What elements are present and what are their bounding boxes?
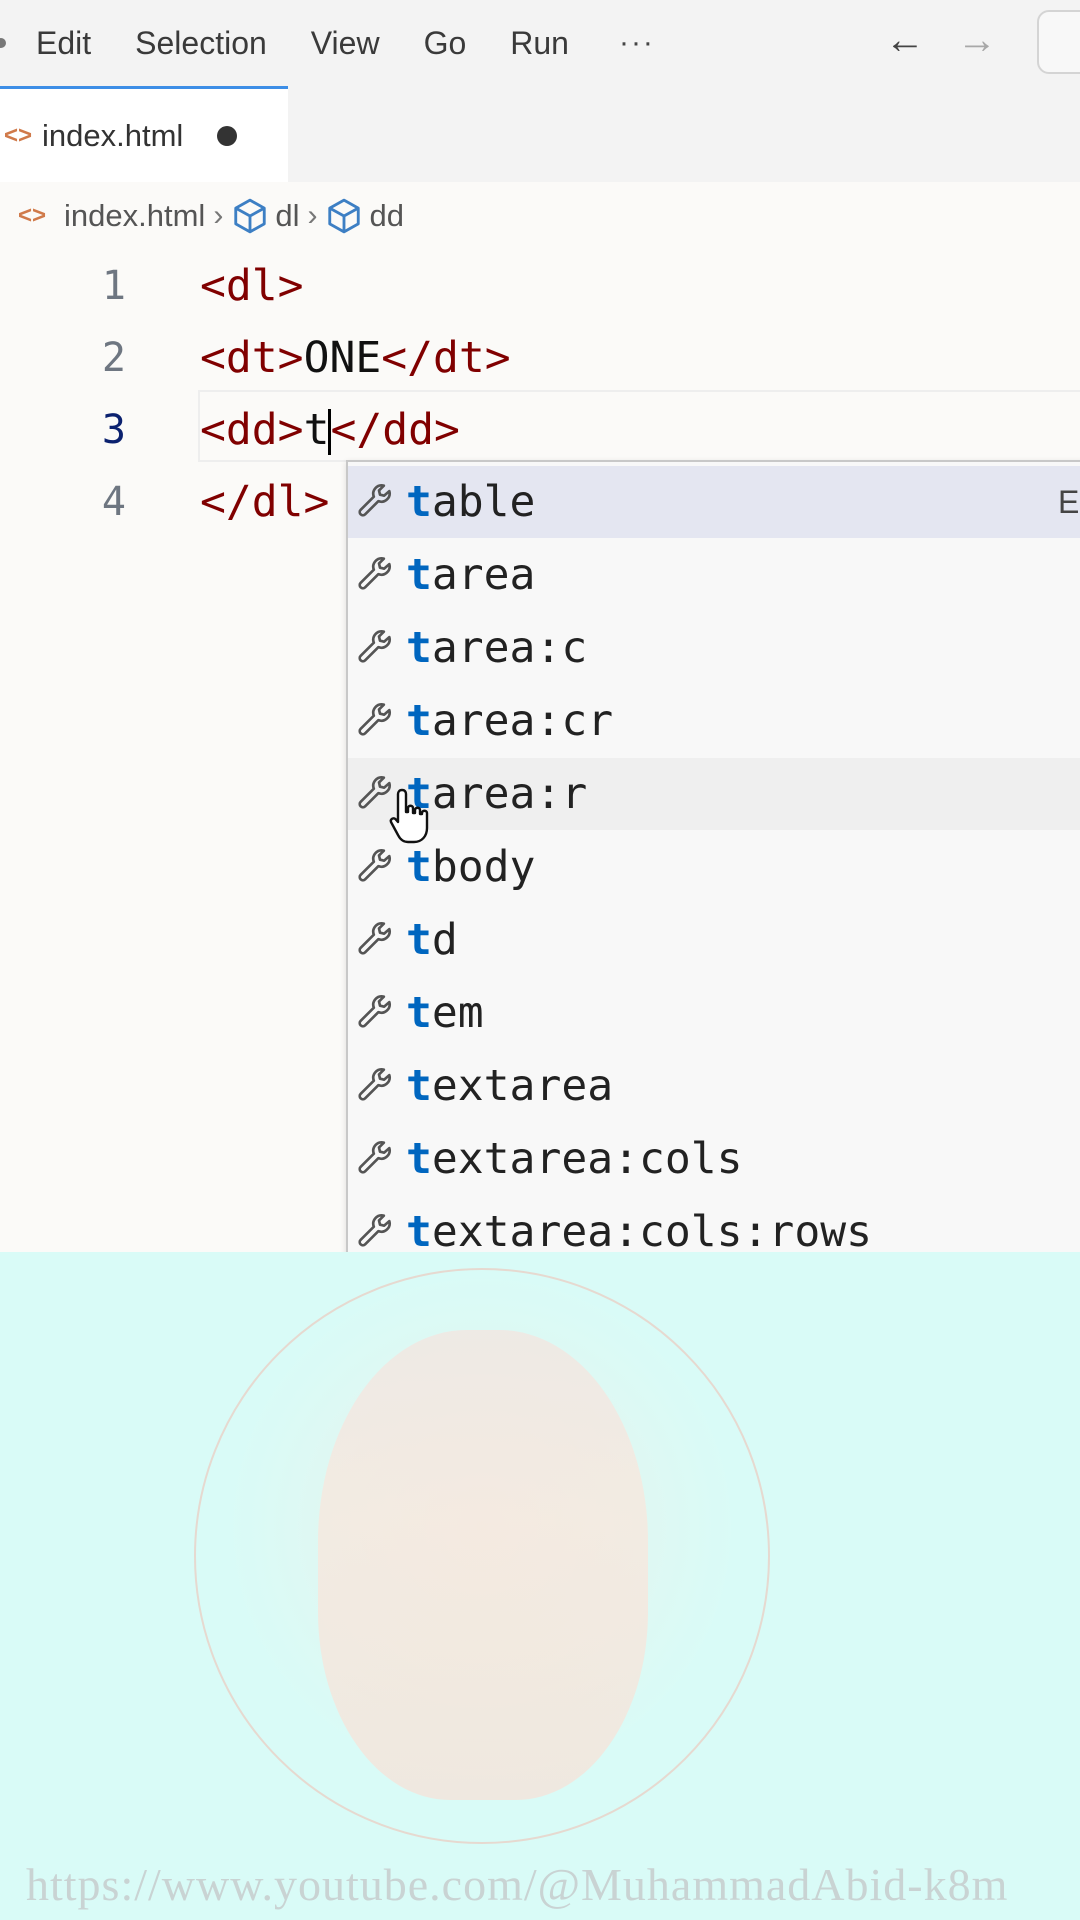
wrench-icon	[358, 849, 391, 882]
autocomplete-suggestions: tableEmtareatarea:ctarea:crtarea:rtbodyt…	[346, 460, 1080, 1344]
html-file-icon: <>	[18, 202, 47, 229]
wrench-icon	[358, 1068, 391, 1101]
tag-open: <dd>	[200, 404, 304, 455]
menu-edit[interactable]: Edit	[36, 25, 91, 62]
breadcrumb: <> index.html › dl › dd	[0, 182, 1080, 250]
suggestion-match: t	[406, 842, 432, 892]
tag-open: <dt>	[200, 333, 304, 383]
suggestion-match: t	[406, 915, 432, 965]
suggestion-label: area:r	[431, 769, 588, 819]
breadcrumb-file[interactable]: index.html	[64, 198, 205, 234]
wrench-icon	[358, 1141, 391, 1174]
suggestion-item[interactable]: t body	[348, 831, 1080, 903]
tag-close: </dd>	[330, 404, 460, 455]
suggestion-item[interactable]: table Em	[348, 466, 1080, 538]
code-line-1[interactable]: 1 <dl>	[0, 250, 1080, 322]
editor-tab-bar: <> index.html	[0, 86, 1080, 183]
line-number: 4	[101, 479, 126, 525]
suggestion-detail: Em	[1058, 483, 1080, 520]
suggestion-label: em	[431, 988, 484, 1038]
suggestion-label: area:cr	[431, 696, 614, 746]
chevron-right-icon: ›	[213, 199, 224, 232]
suggestion-label: extarea	[431, 1061, 614, 1111]
tab-label: index.html	[42, 117, 184, 153]
arrow-right-icon[interactable]: →	[957, 18, 997, 63]
wrench-icon	[358, 484, 391, 517]
suggestion-match: t	[406, 1207, 432, 1257]
arrow-left-icon[interactable]: ←	[885, 18, 925, 63]
suggestion-label: extarea:cols:rows	[431, 1207, 872, 1257]
menu-more-button[interactable]: ···	[619, 26, 655, 60]
line-number: 3	[101, 407, 126, 453]
wrench-icon	[358, 703, 391, 736]
tag-open: <dl>	[200, 261, 304, 311]
wrench-icon	[358, 922, 391, 955]
suggestion-item[interactable]: t area:cr	[348, 685, 1080, 757]
suggestion-item[interactable]: t extarea:cols	[348, 1123, 1080, 1195]
suggestion-item[interactable]: t area:c	[348, 612, 1080, 684]
menu-view[interactable]: View	[311, 25, 380, 62]
html-file-icon: <>	[4, 121, 33, 149]
suggestion-item[interactable]: td	[348, 904, 1080, 976]
hand-pointer-icon	[389, 788, 429, 844]
presenter-photo	[318, 1330, 648, 1800]
suggestion-item[interactable]: t extarea	[348, 1050, 1080, 1122]
wrench-icon	[358, 995, 391, 1028]
line-number: 2	[101, 335, 126, 381]
element-cube-icon	[234, 198, 267, 234]
code-text: </dl>	[200, 477, 329, 527]
suggestion-match: t	[406, 696, 432, 746]
suggestion-match: t	[406, 477, 432, 527]
suggestion-match: t	[406, 550, 432, 600]
menu-selection[interactable]: Selection	[135, 25, 267, 62]
unsaved-dot-icon[interactable]	[217, 125, 238, 146]
navigation-controls: ← →	[885, 18, 997, 63]
code-text: <dl>	[200, 261, 304, 311]
suggestion-label: able	[431, 477, 536, 527]
wrench-icon	[358, 557, 391, 590]
menu-go[interactable]: Go	[424, 25, 467, 62]
suggestion-match: t	[406, 1061, 432, 1111]
line-number: 1	[101, 263, 126, 309]
suggestion-match: t	[406, 1134, 432, 1184]
menu-bar: Edit Selection View Go Run ··· ← →	[0, 0, 1080, 87]
suggestion-label: extarea:cols	[431, 1134, 743, 1184]
suggestion-item[interactable]: t area:r	[348, 758, 1080, 830]
code-line-2[interactable]: 2 <dt>ONE</dt>	[0, 322, 1080, 394]
suggestion-label: body	[431, 842, 536, 892]
chevron-right-icon: ›	[307, 199, 318, 232]
suggestion-match: t	[406, 988, 432, 1038]
code-text: <dt>ONE</dt>	[200, 333, 511, 383]
tag-open: </dl>	[200, 477, 330, 527]
breadcrumb-dl[interactable]: dl	[275, 198, 299, 234]
wrench-icon	[358, 1214, 391, 1247]
element-cube-icon	[328, 198, 361, 234]
breadcrumb-dd[interactable]: dd	[369, 198, 403, 234]
suggestion-item[interactable]: t em	[348, 977, 1080, 1049]
tab-index-html[interactable]: <> index.html	[0, 86, 288, 182]
suggestion-label: area:c	[431, 623, 588, 673]
suggestion-match: t	[406, 623, 432, 673]
wrench-icon	[358, 630, 391, 663]
code-text: <dd>t</dd>	[200, 405, 460, 456]
menu-run[interactable]: Run	[510, 25, 569, 62]
suggestion-label: d	[431, 915, 458, 965]
command-center-search[interactable]	[1037, 10, 1080, 74]
code-line-3[interactable]: 3 <dd>t</dd>	[0, 394, 1080, 466]
channel-watermark: https://www.youtube.com/@MuhammadAbid-k8…	[26, 1859, 1009, 1910]
suggestion-label: area	[431, 550, 536, 600]
text-content: ONE	[303, 333, 382, 383]
tag-close: </dt>	[381, 333, 511, 383]
menu-edge-fragment	[0, 38, 6, 48]
suggestion-item[interactable]: t area	[348, 539, 1080, 611]
text-content: t	[303, 404, 330, 455]
